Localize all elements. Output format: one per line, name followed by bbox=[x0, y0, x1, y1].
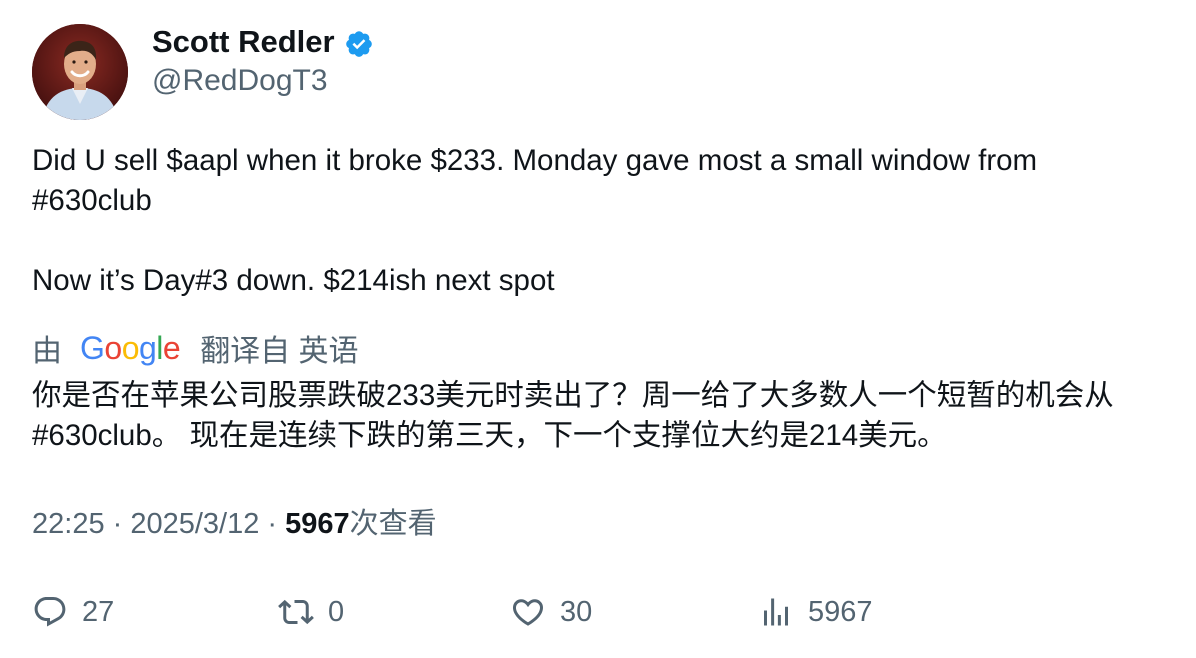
like-button[interactable]: 30 bbox=[510, 590, 592, 634]
display-name[interactable]: Scott Redler bbox=[152, 22, 335, 62]
retweet-icon bbox=[278, 599, 314, 625]
view-count-label: 次查看 bbox=[349, 508, 437, 540]
tweet-card: Scott Redler @RedDogT3 Did U sell $aapl … bbox=[0, 0, 1196, 658]
bar-chart-icon bbox=[764, 598, 788, 626]
retweet-button[interactable]: 0 bbox=[278, 590, 344, 634]
tweet-time[interactable]: 22:25 bbox=[32, 508, 105, 540]
avatar[interactable] bbox=[32, 24, 128, 120]
reply-icon bbox=[34, 597, 66, 627]
like-count: 30 bbox=[560, 595, 593, 628]
analytics-view-count: 5967 bbox=[808, 595, 873, 628]
reply-button[interactable]: 27 bbox=[32, 590, 114, 634]
user-handle[interactable]: @RedDogT3 bbox=[152, 63, 328, 99]
heart-icon bbox=[512, 599, 544, 626]
translation-source-language: 翻译自 英语 bbox=[200, 335, 359, 368]
views-button[interactable]: 5967 bbox=[758, 590, 873, 634]
name-row: Scott Redler bbox=[152, 22, 374, 62]
tweet-meta: 22:25 · 2025/3/12 · 5967次查看 bbox=[32, 508, 437, 540]
view-count: 5967 bbox=[285, 508, 350, 540]
verified-badge-icon[interactable] bbox=[344, 29, 374, 59]
translation-prefix: 由 bbox=[32, 335, 62, 368]
translation-attribution[interactable]: 由 Google 翻译自 英语 bbox=[32, 328, 359, 369]
translated-text: 你是否在苹果公司股票跌破233美元时卖出了？周一给了大多数人一个短暂的机会从#6… bbox=[32, 379, 1114, 452]
reply-count: 27 bbox=[82, 595, 115, 628]
google-logo: Google bbox=[80, 329, 181, 366]
retweet-count: 0 bbox=[328, 595, 345, 628]
tweet-text: Did U sell $aapl when it broke $233. Mon… bbox=[32, 141, 1162, 301]
action-bar: 27 0 30 5967 bbox=[32, 590, 1162, 634]
tweet-text-line-1: Did U sell $aapl when it broke $233. Mon… bbox=[32, 144, 1038, 217]
avatar-image bbox=[32, 24, 128, 120]
tweet-text-line-2: Now it’s Day#3 down. $214ish next spot bbox=[32, 264, 555, 297]
tweet-date[interactable]: 2025/3/12 bbox=[130, 508, 259, 540]
